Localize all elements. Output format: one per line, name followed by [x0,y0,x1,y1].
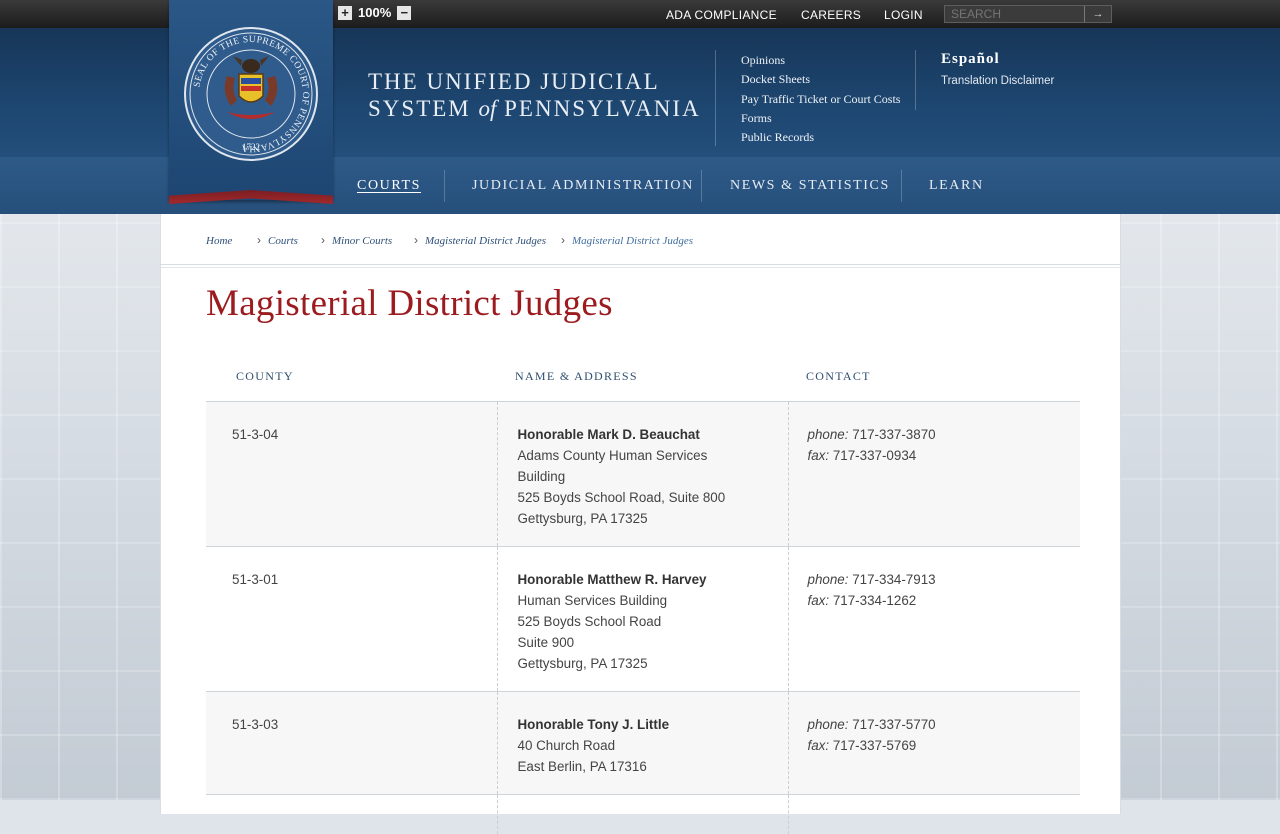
contact-cell: phone: 717-337-3870 fax: 717-337-0934 [788,402,1080,547]
chevron-right-icon: › [414,233,418,247]
content-card: Home › Courts › Minor Courts › Magisteri… [160,214,1121,814]
address-line: Gettysburg, PA 17325 [518,653,788,674]
search-input[interactable] [945,6,1097,22]
zoom-controls: + 100% − [338,5,411,20]
name-address-cell: Honorable Mark D. Beauchat Adams County … [497,402,788,547]
fax-line: fax: 717-337-0934 [808,445,1081,466]
table-row [206,795,1080,834]
address-line: 525 Boyds School Road, Suite 800 [518,487,788,508]
address-line: Gettysburg, PA 17325 [518,508,788,529]
seal-year: 1722 [242,142,260,152]
breadcrumb-home[interactable]: Home [206,235,232,247]
zoom-level: 100% [358,5,391,20]
judge-name: Honorable Matthew R. Harvey [518,569,788,590]
county-cell [206,795,497,834]
address-line: East Berlin, PA 17316 [518,756,788,777]
opinions-link[interactable]: Opinions [741,51,900,70]
site-title[interactable]: THE UNIFIED JUDICIAL SYSTEM of PENNSYLVA… [368,68,701,122]
chevron-right-icon: › [561,233,565,247]
contact-cell [788,795,1080,834]
espanol-link[interactable]: Español [941,51,1000,68]
table-row: 51-3-01 Honorable Matthew R. Harvey Huma… [206,547,1080,692]
public-records-link[interactable]: Public Records [741,128,900,147]
phone-line: phone: 717-337-3870 [808,424,1081,445]
column-header-contact: CONTACT [806,369,871,384]
search-submit-icon[interactable]: → [1084,6,1111,22]
nav-learn[interactable]: LEARN [929,178,984,194]
supreme-court-seal-icon: SEAL OF THE SUPREME COURT OF PENNSYLVANI… [183,26,319,162]
phone-line: phone: 717-337-5770 [808,714,1081,735]
fax-line: fax: 717-334-1262 [808,590,1081,611]
phone-number[interactable]: 717-334-7913 [852,572,935,587]
zoom-out-button[interactable]: − [397,6,411,20]
site-title-line1: THE UNIFIED JUDICIAL [368,68,701,95]
address-line: Adams County Human Services [518,445,788,466]
county-cell: 51-3-01 [206,547,497,692]
nav-courts[interactable]: COURTS [357,178,421,194]
fax-number: 717-334-1262 [833,593,916,608]
table-row: 51-3-03 Honorable Tony J. Little 40 Chur… [206,692,1080,795]
breadcrumb-courts[interactable]: Courts [268,235,298,247]
fax-number: 717-337-0934 [833,448,916,463]
pay-traffic-ticket-link[interactable]: Pay Traffic Ticket or Court Costs [741,90,900,109]
nav-separator [901,170,902,202]
zoom-in-button[interactable]: + [338,6,352,20]
phone-line: phone: 717-334-7913 [808,569,1081,590]
contact-cell: phone: 717-337-5770 fax: 717-337-5769 [788,692,1080,795]
seal-banner[interactable]: SEAL OF THE SUPREME COURT OF PENNSYLVANI… [169,0,333,200]
site-title-line2: SYSTEM of PENNSYLVANIA [368,95,701,122]
translation-disclaimer-link[interactable]: Translation Disclaimer [941,75,1054,87]
judge-name: Honorable Mark D. Beauchat [518,424,788,445]
address-line: 525 Boyds School Road [518,611,788,632]
search-box: → [944,5,1112,23]
name-address-cell [497,795,788,834]
phone-number[interactable]: 717-337-5770 [852,717,935,732]
nav-judicial-administration[interactable]: JUDICIAL ADMINISTRATION [472,178,694,194]
name-address-cell: Honorable Matthew R. Harvey Human Servic… [497,547,788,692]
table-row: 51-3-04 Honorable Mark D. Beauchat Adams… [206,402,1080,547]
docket-sheets-link[interactable]: Docket Sheets [741,70,900,89]
login-link[interactable]: LOGIN [884,8,923,22]
judge-name: Honorable Tony J. Little [518,714,788,735]
chevron-right-icon: › [321,233,325,247]
name-address-cell: Honorable Tony J. Little 40 Church Road … [497,692,788,795]
address-line: 40 Church Road [518,735,788,756]
nav-separator [701,170,702,202]
nav-news-statistics[interactable]: NEWS & STATISTICS [730,178,890,194]
column-header-county: COUNTY [236,369,294,384]
quick-links: Opinions Docket Sheets Pay Traffic Ticke… [741,51,900,147]
breadcrumb-current: Magisterial District Judges [572,235,693,247]
header-divider [715,50,716,146]
fax-line: fax: 717-337-5769 [808,735,1081,756]
county-cell: 51-3-04 [206,402,497,547]
breadcrumb-minor-courts[interactable]: Minor Courts [332,235,392,247]
page-title: Magisterial District Judges [206,282,613,325]
ada-compliance-link[interactable]: ADA COMPLIANCE [666,8,777,22]
county-cell: 51-3-03 [206,692,497,795]
fax-number: 717-337-5769 [833,738,916,753]
breadcrumb-magisterial-district-judges[interactable]: Magisterial District Judges [425,235,546,247]
address-line: Building [518,466,788,487]
header-divider [915,50,916,110]
column-header-name-address: NAME & ADDRESS [515,369,638,384]
contact-cell: phone: 717-334-7913 fax: 717-334-1262 [788,547,1080,692]
address-line: Suite 900 [518,632,788,653]
address-line: Human Services Building [518,590,788,611]
forms-link[interactable]: Forms [741,109,900,128]
judges-table: 51-3-04 Honorable Mark D. Beauchat Adams… [206,401,1080,834]
nav-separator [444,170,445,202]
chevron-right-icon: › [257,233,261,247]
breadcrumb: Home › Courts › Minor Courts › Magisteri… [161,214,1120,265]
phone-number[interactable]: 717-337-3870 [852,427,935,442]
careers-link[interactable]: CAREERS [801,8,861,22]
